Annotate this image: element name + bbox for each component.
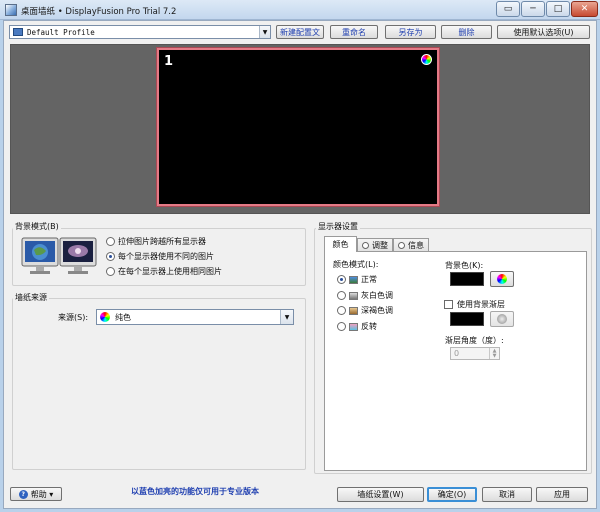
maximize-button[interactable]: □ <box>546 1 570 17</box>
radio-same-each[interactable]: 在每个显示器上使用相同图片 <box>106 266 222 277</box>
minimize-button[interactable]: ─ <box>521 1 545 17</box>
pro-feature-notice: 以蓝色加亮的功能仅可用于专业版本 <box>131 487 259 496</box>
adjust-icon <box>362 241 369 249</box>
delete-profile-button[interactable]: 删除 <box>441 25 492 39</box>
use-gradient-checkbox[interactable]: 使用背景渐层 <box>444 299 505 310</box>
tab-color[interactable]: 颜色 <box>324 236 357 252</box>
pick-gradient-color-button[interactable] <box>490 311 514 327</box>
invert-picture-icon <box>349 322 358 331</box>
help-icon: ? <box>18 489 28 499</box>
radio-button[interactable] <box>337 322 346 331</box>
radio-label: 每个显示器使用不同的图片 <box>118 252 214 261</box>
help-label: 帮助 ▾ <box>30 489 54 499</box>
gradient-color-swatch <box>450 312 484 326</box>
color-wheel-icon <box>421 54 432 65</box>
radio-button[interactable] <box>106 267 115 276</box>
radio-stretch-all[interactable]: 拉伸图片跨越所有显示器 <box>106 236 206 247</box>
background-color-swatch <box>450 272 484 286</box>
tab-label: 调整 <box>372 240 388 250</box>
radio-different-each[interactable]: 每个显示器使用不同的图片 <box>106 251 214 262</box>
mode-label: 正常 <box>361 275 377 284</box>
tab-label: 信息 <box>408 240 424 250</box>
chevron-down-icon[interactable]: ▼ <box>493 353 497 359</box>
gradient-angle-stepper[interactable]: 0 ▲ ▼ <box>450 347 500 360</box>
color-mode-invert[interactable]: 反转 <box>337 321 377 332</box>
gradient-angle-value: 0 <box>454 349 460 358</box>
background-color-label: 背景色(K): <box>445 261 484 270</box>
monitor-settings-title: 显示器设置 <box>316 221 360 232</box>
close-button[interactable]: ✕ <box>571 1 598 17</box>
sepia-picture-icon <box>349 306 358 315</box>
color-wheel-icon <box>100 312 110 322</box>
color-mode-sepia[interactable]: 深褐色调 <box>337 305 393 316</box>
profile-selected-value: Default Profile <box>27 27 95 37</box>
cancel-button[interactable]: 取消 <box>482 487 532 502</box>
wallpaper-settings-button[interactable]: 墙纸设置(W) <box>337 487 424 502</box>
grayscale-picture-icon <box>349 291 358 300</box>
color-mode-label: 颜色模式(L): <box>333 260 379 269</box>
monitor-number-label: 1 <box>164 54 174 69</box>
source-dropdown[interactable]: 纯色 ▼ <box>96 309 294 325</box>
dual-monitor-icon <box>21 237 97 274</box>
background-mode-title: 背景模式(B) <box>13 221 61 232</box>
mode-label: 灰白色调 <box>361 291 393 300</box>
picture-icon <box>349 275 358 284</box>
radio-label: 拉伸图片跨越所有显示器 <box>118 237 206 246</box>
tab-adjust[interactable]: 调整 <box>357 238 393 251</box>
window-title: 桌面墙纸 • DisplayFusion Pro Trial 7.2 <box>21 7 177 17</box>
use-default-button[interactable]: 使用默认选项(U) <box>497 25 590 39</box>
radio-button[interactable] <box>106 237 115 246</box>
radio-label: 在每个显示器上使用相同图片 <box>118 267 222 276</box>
radio-button[interactable] <box>337 291 346 300</box>
radio-button[interactable] <box>337 306 346 315</box>
save-as-profile-button[interactable]: 另存为 <box>385 25 436 39</box>
color-mode-normal[interactable]: 正常 <box>337 274 377 285</box>
wallpaper-source-title: 墙纸来源 <box>13 292 49 303</box>
color-wheel-disabled-icon <box>497 314 507 324</box>
mode-label: 深褐色调 <box>361 306 393 315</box>
checkbox[interactable] <box>444 300 453 309</box>
spin-arrows[interactable]: ▲ ▼ <box>489 348 499 359</box>
color-mode-grayscale[interactable]: 灰白色调 <box>337 290 393 301</box>
gradient-angle-label: 渐层角度（度）: <box>445 336 504 345</box>
source-selected-value: 纯色 <box>115 312 131 322</box>
chevron-down-icon[interactable]: ▼ <box>280 310 293 324</box>
use-gradient-label: 使用背景渐层 <box>457 300 505 309</box>
rename-profile-button[interactable]: 重命名 <box>330 25 378 39</box>
app-icon <box>5 4 17 16</box>
radio-button-selected[interactable] <box>106 252 115 261</box>
pick-background-color-button[interactable] <box>490 271 514 287</box>
help-button[interactable]: ? 帮助 ▾ <box>10 487 62 501</box>
profile-dropdown[interactable]: Default Profile ▼ <box>9 25 271 39</box>
monitor-1-preview[interactable] <box>157 48 439 206</box>
tab-info[interactable]: 信息 <box>393 238 429 251</box>
ok-button[interactable]: 确定(O) <box>427 487 477 502</box>
color-wheel-icon <box>497 274 507 284</box>
source-label: 来源(S): <box>58 313 89 322</box>
mode-label: 反转 <box>361 322 377 331</box>
profile-monitor-icon <box>13 28 23 36</box>
chevron-down-icon[interactable]: ▼ <box>259 26 270 38</box>
apply-button[interactable]: 应用 <box>536 487 588 502</box>
window-extra-button[interactable]: ▭ <box>496 1 520 17</box>
info-icon <box>398 241 405 249</box>
radio-button-selected[interactable] <box>337 275 346 284</box>
tab-label: 颜色 <box>332 240 349 249</box>
new-profile-button[interactable]: 新建配置文 <box>276 25 324 39</box>
